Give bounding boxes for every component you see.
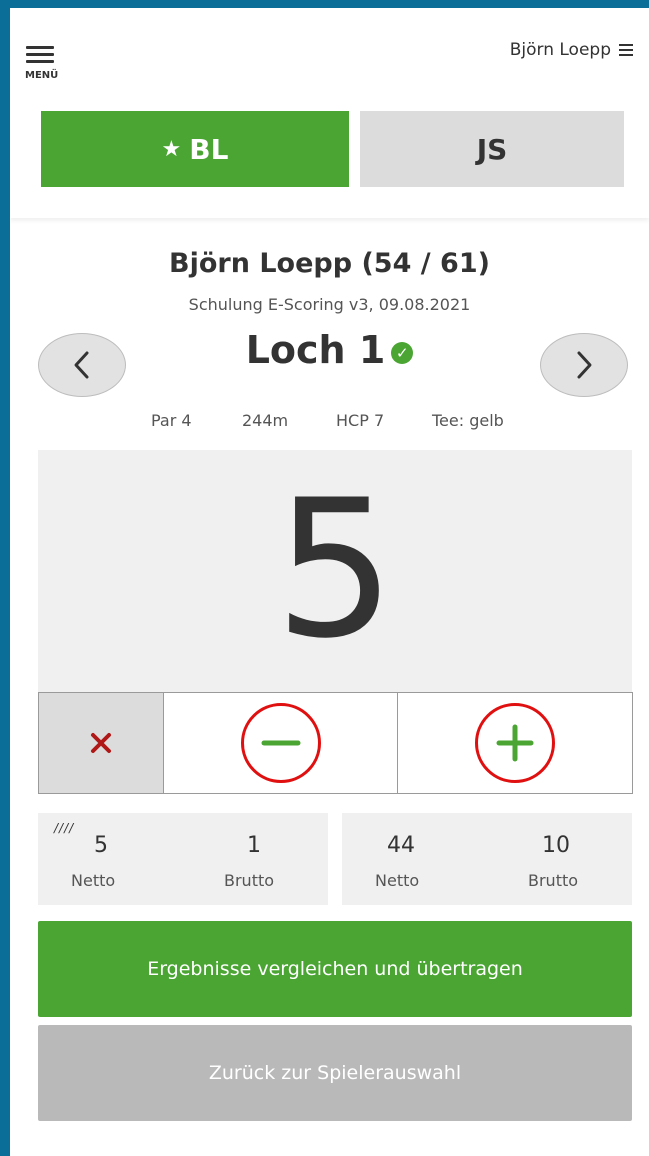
round-totals: 44 10 Netto Brutto [342,813,632,905]
netto-value: 44 [387,833,415,858]
clear-score-button[interactable] [39,693,164,793]
netto-label: Netto [375,871,420,890]
tab-label: BL [189,132,229,166]
tab-player-js[interactable]: JS [360,111,624,187]
check-circle-icon: ✓ [391,341,414,364]
round-info: Schulung E-Scoring v3, 09.08.2021 [188,295,471,314]
user-menu-button[interactable]: Björn Loepp [510,38,633,62]
brutto-value: 1 [247,833,261,858]
chevron-right-icon [577,351,592,379]
minus-icon [261,740,300,746]
hole-totals: //// 5 1 Netto Brutto [38,813,328,905]
plus-icon [496,724,534,762]
highlight-ring [475,703,555,783]
brutto-label: Brutto [224,871,275,890]
tab-label: JS [476,132,508,166]
score-display: 5 [38,450,632,693]
highlight-ring [240,703,321,783]
top-bar: MENÜ Björn Loepp [10,8,649,103]
star-icon: ★ [161,136,182,162]
brutto-label: Brutto [528,871,579,890]
back-to-player-selection-button[interactable]: Zurück zur Spielerauswahl [38,1025,632,1121]
hole-tee: Tee: gelb [432,411,504,430]
hamburger-icon [619,44,633,56]
user-name: Björn Loepp [509,40,611,60]
app-frame: MENÜ Björn Loepp ★ BL JS Björn Loepp (54… [10,8,649,1156]
brutto-value: 10 [542,833,570,858]
player-tabs: ★ BL JS [10,103,649,218]
hole-title: Loch 1 [245,328,386,372]
menu-button[interactable]: MENÜ [25,46,59,90]
close-icon [91,733,111,753]
tab-player-bl[interactable]: ★ BL [41,111,349,187]
score-value: 5 [274,459,396,680]
decrease-score-button[interactable] [164,693,398,793]
increase-score-button[interactable] [398,693,632,793]
hole-distance: 244m [242,411,289,430]
score-controls [38,692,633,794]
player-title: Björn Loepp (54 / 61) [169,248,490,279]
menu-label: MENÜ [25,70,59,81]
hole-hcp: HCP 7 [336,411,385,430]
netto-value: 5 [94,833,108,858]
stroke-tally: //// [54,821,75,835]
next-hole-button[interactable] [540,333,628,397]
netto-label: Netto [71,871,116,890]
hole-par: Par 4 [151,411,192,430]
compare-submit-button[interactable]: Ergebnisse vergleichen und übertragen [38,921,632,1017]
